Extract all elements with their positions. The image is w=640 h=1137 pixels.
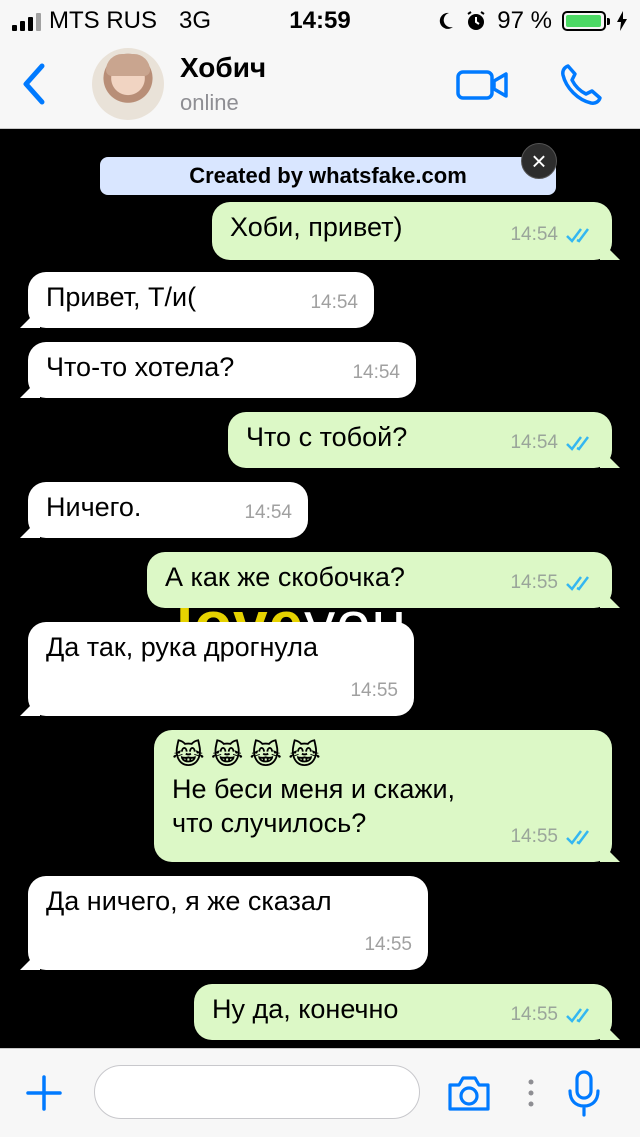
moon-icon [440,12,454,29]
message-text: Ничего. [46,492,142,522]
plus-icon[interactable] [26,1075,62,1111]
close-icon[interactable]: × [521,143,557,179]
message-text: Что с тобой? [246,422,408,452]
message-outgoing[interactable]: Хоби, привет) 14:54 [212,202,612,260]
message-text: Ну да, конечно [212,994,399,1024]
double-check-icon [566,1008,589,1023]
watermark-banner: Created by whatsfake.com [100,157,556,195]
message-incoming[interactable]: Да так, рука дрогнула 14:55 [28,622,414,716]
message-time: 14:55 [510,572,558,593]
message-outgoing[interactable]: Что с тобой? 14:54 [228,412,612,468]
double-check-icon [566,228,589,243]
alarm-icon [467,11,485,30]
contact-status: online [180,90,239,115]
message-time: 14:55 [510,1004,558,1025]
camera-icon[interactable] [446,1073,492,1113]
message-text: Привет, Т/и( [46,282,197,312]
message-incoming[interactable]: Ничего. 14:54 [28,482,308,538]
double-check-icon [566,436,589,451]
message-outgoing[interactable]: 😹😹😹😹 Не беси меня и скажи, что случилось… [154,730,612,862]
message-incoming[interactable]: Да ничего, я же сказал 14:55 [28,876,428,970]
contact-name[interactable]: Хобич [180,52,266,84]
message-text: Что-то хотела? [46,352,235,382]
message-incoming[interactable]: Что-то хотела? 14:54 [28,342,416,398]
chat-header: Хобич online [0,40,640,129]
message-time: 14:54 [352,362,400,383]
message-incoming[interactable]: Привет, Т/и( 14:54 [28,272,374,328]
message-time: 14:55 [364,934,412,955]
avatar[interactable] [92,48,164,120]
charging-icon [617,11,627,31]
message-outgoing[interactable]: Ну да, конечно 14:55 [194,984,612,1040]
double-check-icon [566,576,589,591]
chat-area[interactable]: loveyou Created by whatsfake.com × Хоби,… [0,129,640,1048]
message-text: Да так, рука дрогнула [46,632,319,662]
double-check-icon [566,830,589,845]
microphone-icon[interactable] [566,1069,602,1117]
message-text: А как же скобочка? [165,562,405,592]
message-time: 14:54 [244,502,292,523]
message-time: 14:54 [510,432,558,453]
back-chevron-icon[interactable] [16,58,52,110]
message-text: Хоби, привет) [230,212,403,242]
more-dots-icon[interactable] [528,1077,534,1109]
message-input[interactable] [94,1065,420,1119]
message-text: Да ничего, я же сказал [46,886,332,916]
battery-percent: 97 % [497,7,552,34]
input-bar [0,1048,640,1137]
message-time: 14:55 [350,680,398,701]
status-bar: MTS RUS 3G 14:59 97 % [0,0,640,40]
battery-icon [562,11,610,31]
message-time: 14:54 [310,292,358,313]
message-outgoing[interactable]: А как же скобочка? 14:55 [147,552,612,608]
message-time: 14:55 [510,826,558,847]
message-text-line-1: Не беси меня и скажи, [172,774,456,804]
phone-icon[interactable] [558,60,606,108]
video-call-icon[interactable] [456,66,508,102]
message-time: 14:54 [510,224,558,245]
message-emoji: 😹😹😹😹 [172,739,327,770]
status-right: 97 % [437,7,628,35]
